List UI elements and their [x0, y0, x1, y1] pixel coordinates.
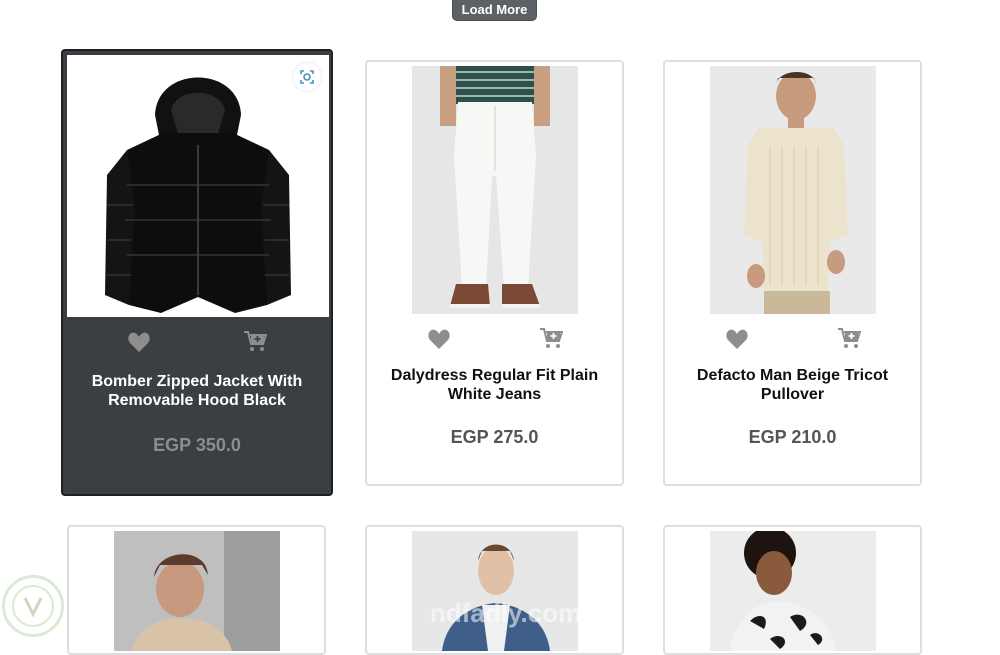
card-actions: [367, 326, 622, 356]
product-image[interactable]: [710, 531, 876, 651]
watermark-logo: [2, 575, 64, 637]
heart-icon[interactable]: [725, 328, 749, 350]
card-actions: [63, 327, 331, 357]
product-card[interactable]: [67, 525, 326, 655]
heart-icon[interactable]: [427, 328, 451, 350]
product-card[interactable]: [365, 525, 624, 655]
product-title[interactable]: Dalydress Regular Fit Plain White Jeans: [377, 366, 612, 404]
product-image[interactable]: [412, 66, 578, 314]
product-card[interactable]: Defacto Man Beige Tricot Pullover EGP 21…: [663, 60, 922, 486]
product-card[interactable]: Bomber Zipped Jacket With Removable Hood…: [61, 49, 333, 496]
product-price: EGP 350.0: [153, 435, 241, 455]
product-card[interactable]: Dalydress Regular Fit Plain White Jeans …: [365, 60, 624, 486]
man-denim-vest-image: [412, 531, 578, 651]
product-card[interactable]: [663, 525, 922, 655]
product-image[interactable]: [710, 66, 876, 314]
product-image[interactable]: [67, 55, 329, 317]
add-to-cart-icon[interactable]: [539, 327, 563, 349]
man-floral-shirt-image: [710, 531, 876, 651]
card-actions: [665, 326, 920, 356]
beige-pullover-image: [710, 66, 876, 314]
product-price: EGP 275.0: [450, 427, 539, 447]
product-title[interactable]: Bomber Zipped Jacket With Removable Hood…: [73, 372, 321, 410]
watermark-text: ndfadly.com: [430, 598, 582, 628]
zoom-icon[interactable]: [293, 63, 321, 91]
product-image[interactable]: [412, 531, 578, 651]
white-jeans-image: [412, 66, 578, 314]
black-puffer-jacket-image: [67, 55, 329, 317]
add-to-cart-icon[interactable]: [243, 330, 267, 352]
product-image[interactable]: [114, 531, 280, 651]
load-more-button[interactable]: Load More: [452, 0, 537, 21]
product-price: EGP 210.0: [748, 427, 837, 447]
heart-icon[interactable]: [127, 331, 151, 353]
man-beige-tshirt-image: [114, 531, 280, 651]
product-title[interactable]: Defacto Man Beige Tricot Pullover: [675, 366, 910, 404]
add-to-cart-icon[interactable]: [837, 327, 861, 349]
